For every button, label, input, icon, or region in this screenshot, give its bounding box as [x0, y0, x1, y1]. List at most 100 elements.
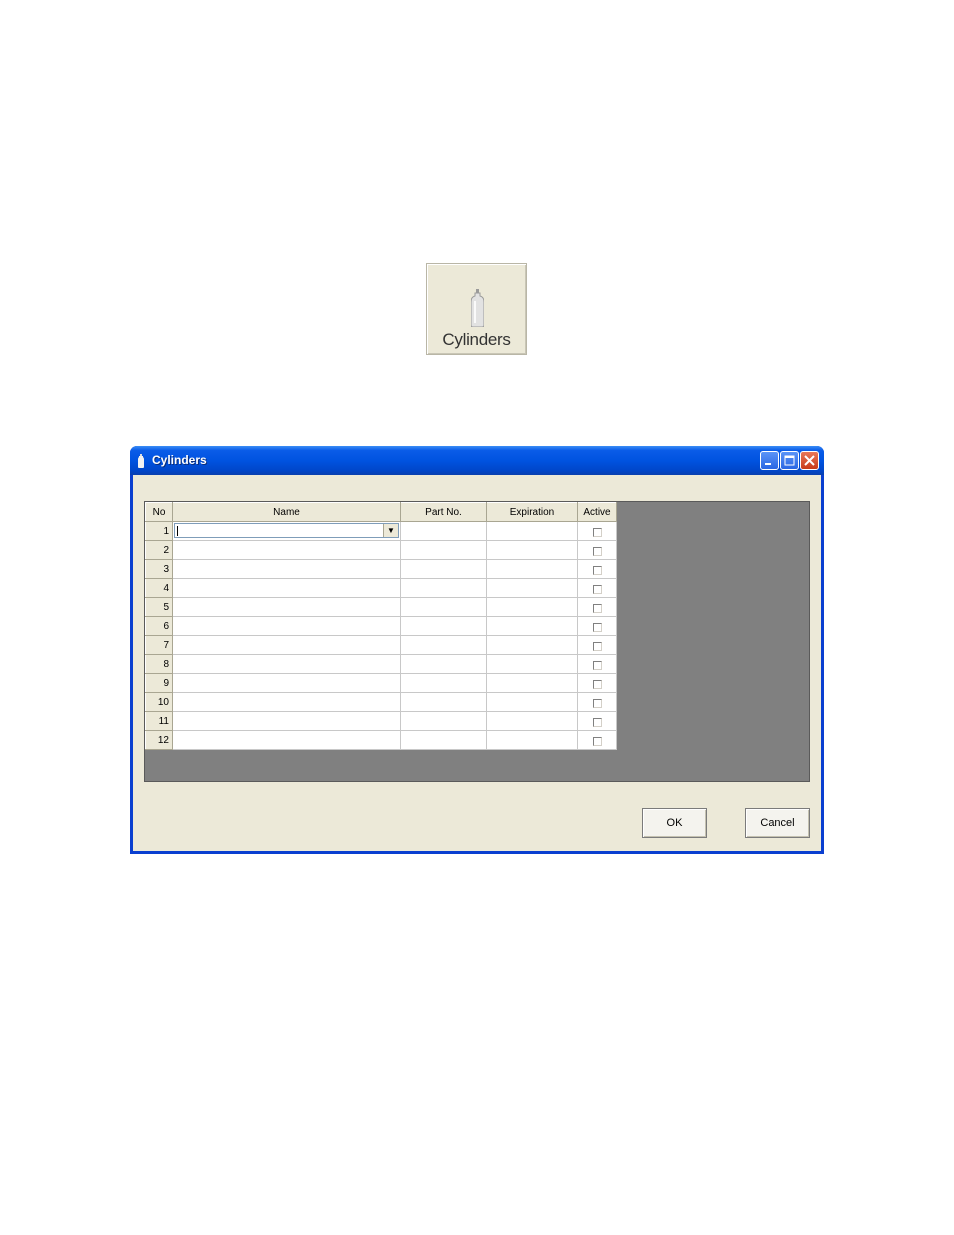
- row-number[interactable]: 5: [145, 597, 173, 617]
- cancel-button[interactable]: Cancel: [745, 808, 810, 838]
- active-checkbox[interactable]: [592, 527, 602, 537]
- name-cell[interactable]: [172, 616, 401, 636]
- active-cell: [577, 597, 617, 617]
- name-cell[interactable]: [172, 673, 401, 693]
- part-no-cell[interactable]: [400, 540, 487, 560]
- name-combobox[interactable]: ▼: [174, 523, 399, 538]
- active-cell: [577, 559, 617, 579]
- chevron-down-icon[interactable]: ▼: [383, 524, 398, 537]
- name-cell[interactable]: [172, 540, 401, 560]
- ok-button[interactable]: OK: [642, 808, 707, 838]
- part-no-cell[interactable]: [400, 730, 487, 750]
- active-cell: [577, 654, 617, 674]
- expiration-cell[interactable]: [486, 635, 578, 655]
- row-number[interactable]: 12: [145, 730, 173, 750]
- expiration-cell[interactable]: [486, 597, 578, 617]
- table-row: 4: [145, 578, 617, 598]
- expiration-cell[interactable]: [486, 711, 578, 731]
- row-number[interactable]: 7: [145, 635, 173, 655]
- table-row: 9: [145, 673, 617, 693]
- active-cell: [577, 711, 617, 731]
- table-row: 3: [145, 559, 617, 579]
- expiration-cell[interactable]: [486, 673, 578, 693]
- part-no-cell[interactable]: [400, 521, 487, 541]
- table-row: 5: [145, 597, 617, 617]
- close-button[interactable]: [800, 451, 819, 470]
- part-no-cell[interactable]: [400, 597, 487, 617]
- active-checkbox[interactable]: [592, 584, 602, 594]
- close-icon: [804, 455, 815, 466]
- active-cell: [577, 578, 617, 598]
- table-row: 6: [145, 616, 617, 636]
- active-checkbox[interactable]: [592, 622, 602, 632]
- row-number[interactable]: 2: [145, 540, 173, 560]
- maximize-button[interactable]: [780, 451, 799, 470]
- row-number[interactable]: 3: [145, 559, 173, 579]
- name-cell[interactable]: [172, 597, 401, 617]
- active-checkbox[interactable]: [592, 736, 602, 746]
- name-cell[interactable]: [172, 654, 401, 674]
- maximize-icon: [784, 455, 795, 466]
- name-cell[interactable]: [172, 578, 401, 598]
- part-no-cell[interactable]: [400, 559, 487, 579]
- name-cell[interactable]: [172, 559, 401, 579]
- launcher-label: Cylinders: [442, 330, 511, 349]
- name-cell[interactable]: [172, 635, 401, 655]
- cylinders-table: No Name Part No. Expiration Active 1 ▼ 2 3 4…: [145, 502, 617, 750]
- active-checkbox[interactable]: [592, 717, 602, 727]
- row-number[interactable]: 8: [145, 654, 173, 674]
- expiration-cell[interactable]: [486, 730, 578, 750]
- col-header-active[interactable]: Active: [577, 502, 617, 522]
- part-no-cell[interactable]: [400, 673, 487, 693]
- table-row: 11: [145, 711, 617, 731]
- title-bar[interactable]: Cylinders: [130, 446, 824, 475]
- row-number[interactable]: 6: [145, 616, 173, 636]
- part-no-cell[interactable]: [400, 711, 487, 731]
- active-checkbox[interactable]: [592, 679, 602, 689]
- expiration-cell[interactable]: [486, 578, 578, 598]
- table-row: 8: [145, 654, 617, 674]
- col-header-expiration[interactable]: Expiration: [486, 502, 578, 522]
- active-checkbox[interactable]: [592, 660, 602, 670]
- part-no-cell[interactable]: [400, 616, 487, 636]
- table-row: 2: [145, 540, 617, 560]
- active-checkbox[interactable]: [592, 546, 602, 556]
- part-no-cell[interactable]: [400, 654, 487, 674]
- name-cell[interactable]: ▼: [172, 521, 401, 541]
- col-header-no[interactable]: No: [145, 502, 173, 522]
- part-no-cell[interactable]: [400, 635, 487, 655]
- expiration-cell[interactable]: [486, 559, 578, 579]
- name-cell[interactable]: [172, 730, 401, 750]
- part-no-cell[interactable]: [400, 692, 487, 712]
- table-row: 7: [145, 635, 617, 655]
- expiration-cell[interactable]: [486, 616, 578, 636]
- active-cell: [577, 673, 617, 693]
- name-cell[interactable]: [172, 711, 401, 731]
- cylinders-grid: No Name Part No. Expiration Active 1 ▼ 2 3 4…: [144, 501, 810, 782]
- row-number[interactable]: 9: [145, 673, 173, 693]
- row-number[interactable]: 11: [145, 711, 173, 731]
- minimize-button[interactable]: [760, 451, 779, 470]
- part-no-cell[interactable]: [400, 578, 487, 598]
- row-number[interactable]: 4: [145, 578, 173, 598]
- active-checkbox[interactable]: [592, 565, 602, 575]
- col-header-name[interactable]: Name: [172, 502, 401, 522]
- table-row: 10: [145, 692, 617, 712]
- name-cell[interactable]: [172, 692, 401, 712]
- active-cell: [577, 635, 617, 655]
- col-header-part-no[interactable]: Part No.: [400, 502, 487, 522]
- expiration-cell[interactable]: [486, 521, 578, 541]
- row-number[interactable]: 1: [145, 521, 173, 541]
- active-checkbox[interactable]: [592, 603, 602, 613]
- expiration-cell[interactable]: [486, 540, 578, 560]
- cylinders-window: Cylinders No Name Part No. Expiration Ac…: [130, 446, 824, 854]
- active-cell: [577, 730, 617, 750]
- expiration-cell[interactable]: [486, 654, 578, 674]
- expiration-cell[interactable]: [486, 692, 578, 712]
- minimize-icon: [765, 463, 771, 465]
- active-checkbox[interactable]: [592, 641, 602, 651]
- row-number[interactable]: 10: [145, 692, 173, 712]
- gas-cylinder-icon: [471, 289, 484, 327]
- active-checkbox[interactable]: [592, 698, 602, 708]
- cylinders-launcher-button[interactable]: Cylinders: [426, 263, 527, 355]
